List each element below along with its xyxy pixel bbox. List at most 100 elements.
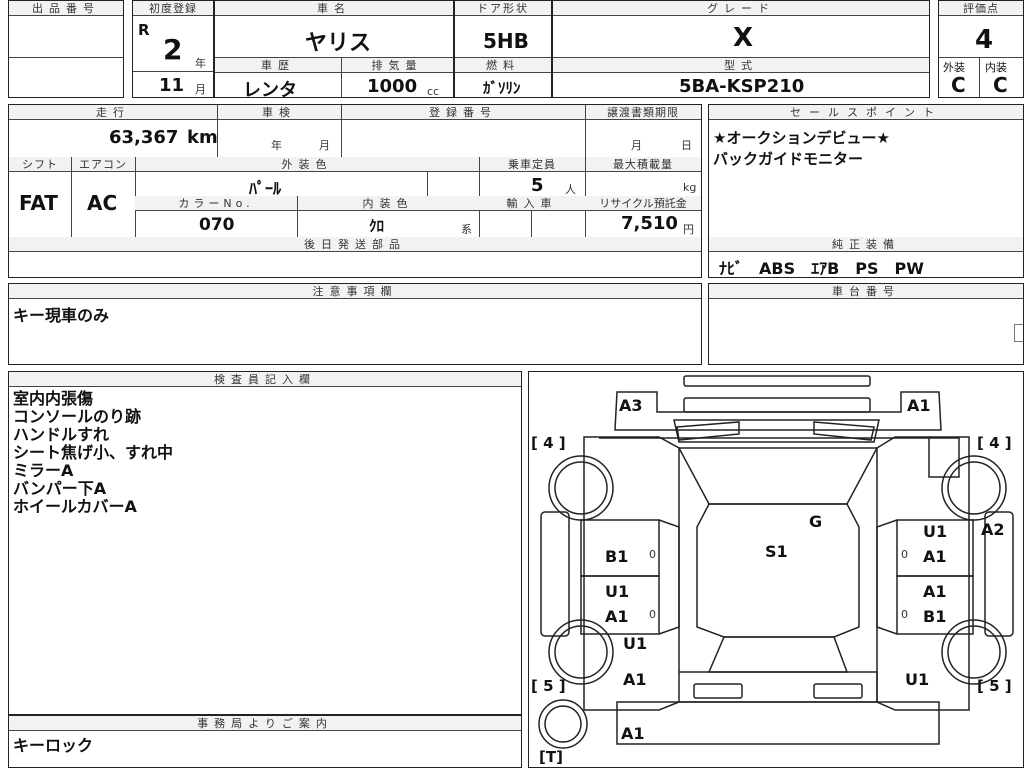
mark-front-bumper-right: A1 [907, 396, 931, 415]
mark-front-bumper-left: A3 [619, 396, 643, 415]
chassis-header: 車台番号 [709, 284, 1023, 299]
model-code: 5BA-KSP210 [679, 76, 805, 97]
mark-windshield: G [809, 512, 823, 531]
int-color-unit: 系 [461, 223, 472, 236]
mark-left-rear-fender-upper: U1 [623, 634, 648, 653]
score-box: 評価点 4 外装 内装 C C [938, 0, 1024, 98]
capacity-unit: 人 [565, 183, 576, 196]
score: 4 [975, 25, 994, 55]
mark-right-rear-door-lower: B1 [923, 607, 947, 626]
mark-right-rear-fender: U1 [905, 670, 930, 689]
recycle-unit: 円 [683, 223, 694, 236]
sales-point-2: バックガイドモニター [713, 150, 864, 168]
max-load-unit: kg [683, 181, 697, 194]
mark-left-rear-door-lower: A1 [605, 607, 629, 626]
grade: X [733, 23, 754, 53]
lot-no-header: 出品番号 [9, 1, 123, 16]
mileage: 63,367 [109, 127, 179, 148]
color-no-header: カラーNo. [135, 196, 297, 211]
sales-point-box: セールスポイント ★オークションデビュー★ バックガイドモニター 純正装備 ﾅﾋ… [708, 104, 1024, 278]
genuine-equipment-header: 純正装備 [709, 237, 1023, 252]
inspection-year-unit: 年 [271, 139, 282, 152]
recycle-fee: 7,510 [621, 213, 678, 234]
inspector-note-6: バンパー下A [13, 479, 107, 498]
fuel-header: 燃料 [455, 58, 551, 73]
genuine-equipment: ﾅﾋﾞ ABS ｴｱB PS PW [719, 259, 924, 278]
mark-left-front-door: B1 [605, 547, 629, 566]
spare-tire: [T] [539, 748, 563, 766]
mark-right-fender: A2 [981, 520, 1005, 539]
door-type-header: ドア形状 [455, 1, 551, 16]
mark-right-front-door-upper: U1 [923, 522, 948, 541]
displacement-unit: cc [427, 85, 440, 98]
mark-left-small-front: 0 [649, 548, 656, 561]
office-box: 事務局よりご案内 キーロック [8, 715, 522, 768]
first-reg-box: 初度登録 R 2 年 11 月 [132, 0, 214, 98]
mark-left-rear-fender-lower: A1 [623, 670, 647, 689]
notes-box: 注意事項欄 キー現車のみ [8, 283, 702, 365]
inspector-note-4: シート焦げ小、すれ中 [13, 443, 174, 462]
reg-month: 11 [159, 75, 185, 96]
capacity-header: 乗車定員 [479, 157, 585, 172]
history: レンタ [243, 80, 297, 101]
door-type-box: ドア形状 5HB 燃料 ｶﾞｿﾘﾝ [454, 0, 552, 98]
tire-front-left: [ 4 ] [531, 434, 566, 452]
max-load-header: 最大積載量 [585, 157, 701, 172]
mark-rear-bumper: A1 [621, 724, 645, 743]
transfer-header: 譲渡書類期限 [585, 105, 701, 120]
inspector-note-1: 室内内張傷 [13, 389, 94, 408]
model-code-header: 型式 [553, 58, 929, 73]
score-header: 評価点 [939, 1, 1023, 16]
office-notes-text: キーロック [13, 736, 94, 755]
grade-box: グレード X 型式 5BA-KSP210 [552, 0, 930, 98]
mark-right-small-rear: 0 [901, 608, 908, 621]
aircon: AC [87, 191, 118, 215]
int-color-header: 内装色 [297, 196, 479, 211]
history-header: 車歴 [215, 58, 341, 73]
inspector-note-3: ハンドルすれ [13, 425, 110, 444]
reg-no-header: 登録番号 [341, 105, 585, 120]
first-reg-header: 初度登録 [133, 1, 213, 16]
inspector-box: 検査員記入欄 室内内張傷 コンソールのり跡 ハンドルすれ シート焦げ小、すれ中 … [8, 371, 522, 715]
tire-front-right: [ 4 ] [977, 434, 1012, 452]
capacity: 5 [531, 175, 544, 196]
mark-right-small-front: 0 [901, 548, 908, 561]
reg-year-unit: 年 [195, 57, 206, 70]
exterior-score: C [951, 73, 966, 97]
transfer-month-unit: 月 [631, 139, 642, 152]
inspector-header: 検査員記入欄 [9, 372, 521, 387]
car-name-box: 車名 ヤリス 車歴 排気量 レンタ 1000 cc [214, 0, 454, 101]
mark-right-front-door-lower: A1 [923, 547, 947, 566]
aircon-header: エアコン [71, 157, 135, 172]
tire-rear-right: [ 5 ] [977, 677, 1012, 695]
inspection-month-unit: 月 [319, 139, 330, 152]
mark-left-rear-door-upper: U1 [605, 582, 630, 601]
mileage-header: 走行 [9, 105, 217, 120]
notes-header: 注意事項欄 [9, 284, 701, 299]
later-parts-header: 後日発送部品 [9, 237, 701, 252]
recycle-header: リサイクル預託金 [585, 196, 701, 211]
int-color: ｸﾛ [369, 217, 385, 235]
tire-rear-left: [ 5 ] [531, 677, 566, 695]
mark-roof: S1 [765, 542, 788, 561]
shift-header: シフト [9, 157, 71, 172]
color-no: 070 [199, 215, 235, 235]
info-box: 走行 車検 登録番号 譲渡書類期限 63,367 km 年 月 月 日 シフト … [8, 104, 702, 278]
shift: FAT [19, 191, 58, 215]
import-header: 輸入車 [479, 196, 585, 211]
car-diagram: [ 4 ] [ 4 ] [ 5 ] [ 5 ] [T] A3 A1 G S1 A… [528, 371, 1024, 768]
transfer-day-unit: 日 [681, 139, 692, 152]
interior-score: C [993, 73, 1008, 97]
office-header: 事務局よりご案内 [9, 716, 521, 731]
era: R [138, 21, 150, 39]
inspector-note-2: コンソールのり跡 [13, 407, 142, 426]
inspection-header: 車検 [217, 105, 341, 120]
mileage-unit: km [187, 127, 218, 148]
displacement: 1000 [367, 76, 418, 97]
mark-right-rear-door-upper: A1 [923, 582, 947, 601]
sales-point-1: ★オークションデビュー★ [713, 129, 890, 147]
car-name-header: 車名 [215, 1, 453, 16]
reg-month-unit: 月 [195, 83, 206, 96]
reg-year: 2 [163, 33, 183, 66]
lot-no-box: 出品番号 [8, 0, 124, 98]
